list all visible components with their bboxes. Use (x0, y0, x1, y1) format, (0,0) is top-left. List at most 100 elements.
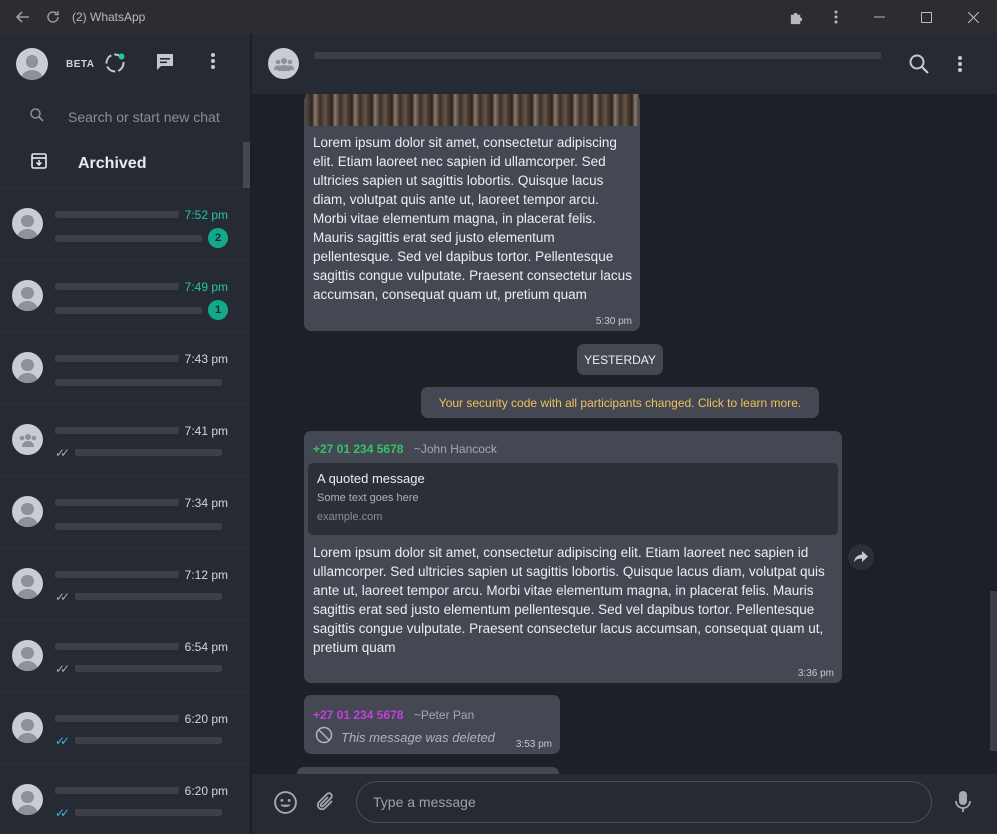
read-receipt-icon: ✓✓ (55, 662, 70, 676)
sidebar: BETA Archived 7:52 pm27:49 pm17:43 (0, 34, 251, 834)
chat-preview-placeholder (75, 737, 222, 744)
contact-avatar (12, 280, 43, 311)
message-time: 3:53 pm (515, 739, 552, 750)
title-bar: (2) WhatsApp (0, 0, 997, 34)
message-input[interactable] (356, 781, 932, 823)
kebab-menu-icon[interactable] (816, 0, 856, 34)
sidebar-menu-icon[interactable] (211, 52, 215, 75)
mic-icon[interactable] (954, 790, 972, 819)
chat-name-placeholder (55, 643, 179, 650)
reload-icon[interactable] (38, 0, 68, 34)
chat-preview-placeholder (55, 307, 202, 314)
chat-preview-placeholder (75, 665, 222, 672)
chat-list-item[interactable]: 7:49 pm 1 (0, 260, 250, 332)
status-icon[interactable] (104, 52, 126, 79)
contact-avatar (12, 352, 43, 383)
attach-icon[interactable] (315, 790, 337, 819)
chat-name-placeholder (55, 355, 179, 362)
chat-preview-placeholder (75, 593, 222, 600)
search-icon (30, 107, 44, 127)
chat-time: 7:12 pm (184, 568, 228, 582)
conversation-scrollbar[interactable] (990, 591, 997, 751)
sender-name: ~Peter Pan (413, 708, 475, 722)
group-avatar[interactable] (268, 48, 299, 79)
forward-icon[interactable] (848, 544, 874, 570)
sender-phone[interactable]: +27 01 234 5678 (313, 442, 403, 456)
maximize-icon[interactable] (903, 0, 950, 34)
conversation-menu-icon[interactable] (958, 55, 962, 78)
link-preview[interactable]: A quoted message Some text goes here exa… (308, 463, 838, 535)
contact-avatar (12, 208, 43, 239)
message-sender: +27 01 234 5678 ~Peter Pan (313, 706, 474, 724)
chat-time: 7:41 pm (184, 424, 228, 438)
chat-list-item[interactable]: 7:34 pm (0, 476, 250, 548)
message-image[interactable] (306, 94, 639, 126)
quote-url: example.com (317, 511, 383, 523)
whatsapp-window: (2) WhatsApp BETA Search or start new ch… (0, 0, 997, 834)
unread-badge: 1 (208, 300, 228, 320)
chat-list-item[interactable]: 7:41 pm ✓✓ (0, 404, 250, 476)
new-chat-icon[interactable] (155, 52, 175, 77)
emoji-icon[interactable] (273, 790, 298, 820)
unread-badge: 2 (208, 228, 228, 248)
chat-preview-placeholder (75, 449, 222, 456)
chat-preview-placeholder (55, 235, 202, 242)
read-receipt-icon: ✓✓ (55, 446, 70, 460)
message-bubble[interactable] (297, 767, 559, 774)
profile-avatar[interactable] (16, 48, 48, 80)
chat-list-item[interactable]: 7:12 pm ✓✓ (0, 548, 250, 620)
contact-avatar (12, 640, 43, 671)
message-text: Lorem ipsum dolor sit amet, consectetur … (313, 545, 825, 655)
chat-name-placeholder (55, 211, 179, 218)
close-icon[interactable] (950, 0, 997, 34)
archived-label: Archived (78, 154, 147, 172)
message-bubble[interactable]: Lorem ipsum dolor sit amet, consectetur … (304, 94, 640, 331)
contact-avatar (12, 568, 43, 599)
back-arrow-icon[interactable] (8, 0, 38, 34)
conversation-panel: Lorem ipsum dolor sit amet, consectetur … (252, 34, 997, 834)
search-icon[interactable] (909, 54, 929, 79)
archived-row[interactable]: Archived (0, 140, 250, 188)
security-notice[interactable]: Your security code with all participants… (421, 387, 819, 418)
read-receipt-icon: ✓✓ (55, 590, 70, 604)
minimize-icon[interactable] (856, 0, 903, 34)
chat-list-item[interactable]: 6:20 pm ✓✓ (0, 692, 250, 764)
sender-name: ~John Hancock (413, 442, 497, 456)
chat-time: 6:20 pm (184, 784, 228, 798)
contact-avatar (12, 712, 43, 743)
search-bar (0, 94, 250, 140)
chat-list-item[interactable]: 6:54 pm ✓✓ (0, 620, 250, 692)
date-divider: YESTERDAY (577, 344, 663, 375)
chat-name-placeholder (55, 427, 179, 434)
puzzle-icon[interactable] (776, 0, 816, 34)
message-list: Lorem ipsum dolor sit amet, consectetur … (252, 94, 997, 774)
chat-list: 7:52 pm 2 7:49 pm 1 7:43 pm 7:41 pm ✓✓ 7:34 pm 7… (0, 188, 250, 834)
chat-time: 7:34 pm (184, 496, 228, 510)
message-text: Lorem ipsum dolor sit amet, consectetur … (313, 135, 632, 302)
message-bubble[interactable]: +27 01 234 5678 ~Peter Pan This message … (304, 695, 560, 754)
sidebar-scrollbar[interactable] (243, 142, 250, 188)
deleted-icon (315, 726, 333, 749)
chat-name-placeholder (55, 571, 179, 578)
chat-list-item[interactable]: 6:20 pm ✓✓ (0, 764, 250, 834)
chat-preview-placeholder (55, 523, 222, 530)
deleted-notice: This message was deleted (315, 726, 495, 749)
window-title: (2) WhatsApp (72, 10, 146, 24)
deleted-text: This message was deleted (341, 730, 495, 745)
message-bubble[interactable]: +27 01 234 5678 ~John Hancock A quoted m… (304, 431, 842, 683)
chat-time: 6:20 pm (184, 712, 228, 726)
chat-list-item[interactable]: 7:43 pm (0, 332, 250, 404)
message-time: 5:30 pm (595, 316, 632, 327)
sender-phone[interactable]: +27 01 234 5678 (313, 708, 403, 722)
beta-label: BETA (66, 58, 95, 70)
chat-name-placeholder (55, 499, 179, 506)
contact-avatar (12, 784, 43, 815)
composer (252, 774, 997, 834)
chat-name-placeholder (55, 787, 179, 794)
chat-list-item[interactable]: 7:52 pm 2 (0, 188, 250, 260)
archive-icon (30, 152, 48, 175)
conversation-header (252, 34, 997, 94)
search-input[interactable] (68, 109, 228, 125)
contact-avatar (12, 496, 43, 527)
chat-name-placeholder (55, 283, 179, 290)
